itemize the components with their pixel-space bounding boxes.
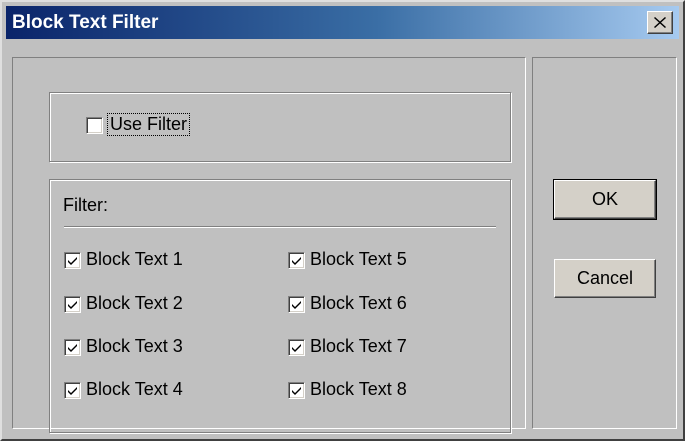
window-title: Block Text Filter bbox=[12, 12, 159, 33]
title-bar[interactable]: Block Text Filter bbox=[6, 6, 679, 39]
ok-button[interactable]: OK bbox=[553, 179, 657, 220]
block-text-6-label[interactable]: Block Text 6 bbox=[310, 293, 407, 314]
checkmark-icon bbox=[292, 387, 301, 395]
block-text-4-checkbox[interactable] bbox=[64, 382, 81, 399]
block-text-8-label[interactable]: Block Text 8 bbox=[310, 379, 407, 400]
block-text-1-checkbox[interactable] bbox=[64, 252, 81, 269]
checkmark-icon bbox=[68, 257, 77, 265]
block-text-8-checkbox[interactable] bbox=[288, 382, 305, 399]
checkmark-icon bbox=[292, 344, 301, 352]
cancel-button[interactable]: Cancel bbox=[554, 259, 656, 298]
filter-divider bbox=[64, 226, 496, 228]
block-text-5-label[interactable]: Block Text 5 bbox=[310, 249, 407, 270]
block-text-3-checkbox[interactable] bbox=[64, 339, 81, 356]
checkmark-icon bbox=[292, 257, 301, 265]
dialog-window: Block Text Filter Use Filter Filter: Blo… bbox=[0, 0, 685, 441]
client-area: Use Filter Filter: Block Text 1 Block Te… bbox=[6, 43, 679, 435]
left-pane: Use Filter Filter: Block Text 1 Block Te… bbox=[12, 57, 526, 433]
checkmark-icon bbox=[68, 387, 77, 395]
close-button[interactable] bbox=[647, 11, 673, 34]
filter-group-label: Filter: bbox=[63, 195, 108, 215]
block-text-1-label[interactable]: Block Text 1 bbox=[86, 249, 183, 270]
block-text-7-label[interactable]: Block Text 7 bbox=[310, 336, 407, 357]
block-text-3-label[interactable]: Block Text 3 bbox=[86, 336, 183, 357]
block-text-2-checkbox[interactable] bbox=[64, 296, 81, 313]
close-icon bbox=[654, 17, 666, 28]
right-pane: OK Cancel bbox=[532, 57, 677, 429]
block-text-7-checkbox[interactable] bbox=[288, 339, 305, 356]
checkmark-icon bbox=[68, 344, 77, 352]
checkmark-icon bbox=[292, 301, 301, 309]
use-filter-checkbox[interactable] bbox=[86, 117, 103, 134]
checkmark-icon bbox=[68, 301, 77, 309]
block-text-5-checkbox[interactable] bbox=[288, 252, 305, 269]
use-filter-label[interactable]: Use Filter bbox=[106, 113, 191, 136]
block-text-4-label[interactable]: Block Text 4 bbox=[86, 379, 183, 400]
block-text-2-label[interactable]: Block Text 2 bbox=[86, 293, 183, 314]
block-text-6-checkbox[interactable] bbox=[288, 296, 305, 313]
